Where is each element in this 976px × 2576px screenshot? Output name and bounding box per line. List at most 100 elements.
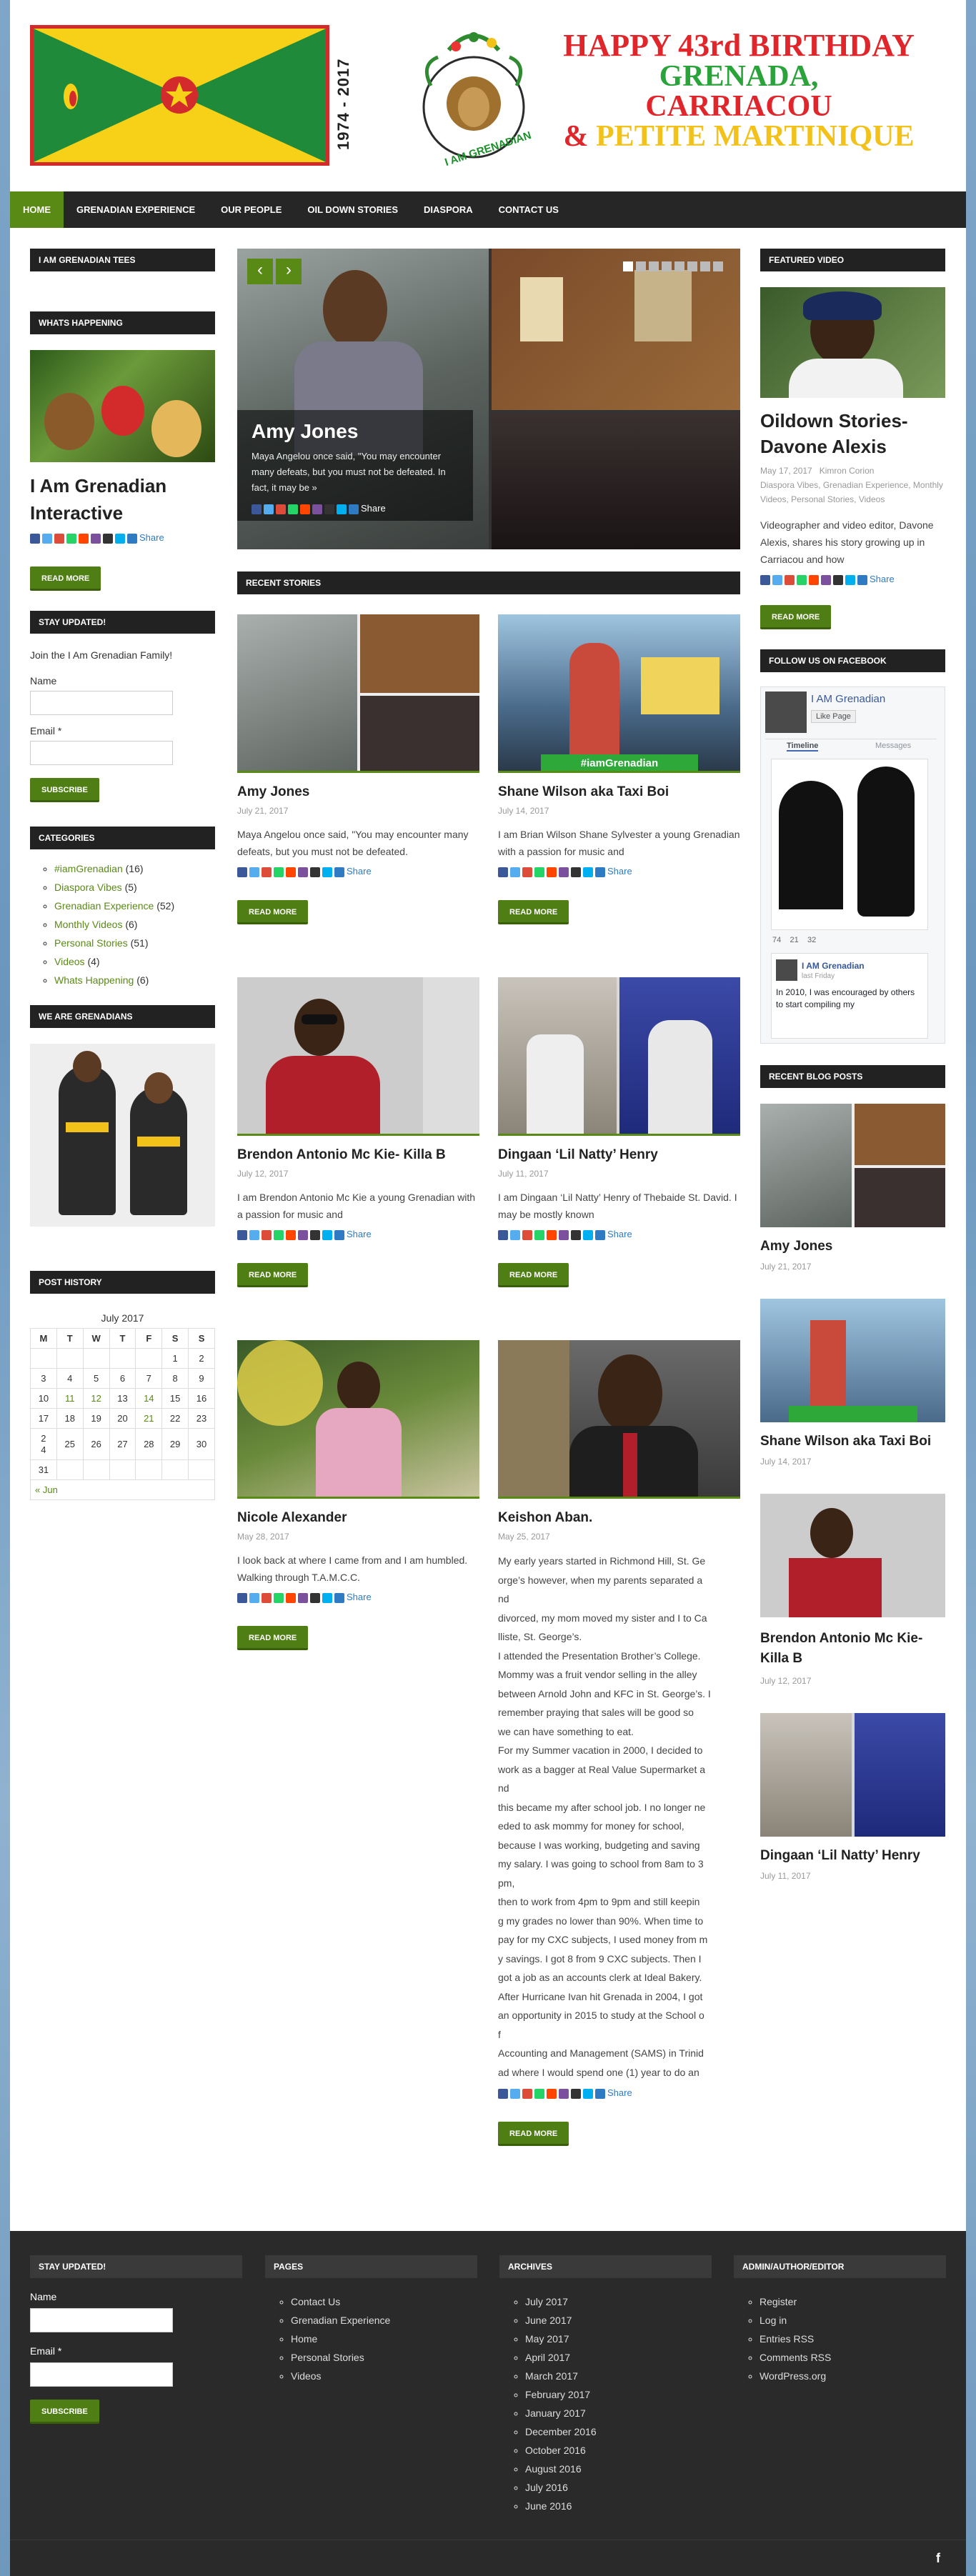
- subscribe-button[interactable]: SUBSCRIBE: [30, 778, 99, 802]
- read-more-button[interactable]: READ MORE: [237, 900, 309, 924]
- blog-post-image[interactable]: [760, 1494, 945, 1617]
- footer-page-link[interactable]: Home: [291, 2330, 477, 2348]
- slider-dot[interactable]: [649, 261, 659, 271]
- nav-contact-us[interactable]: CONTACT US: [486, 191, 572, 228]
- archive-link[interactable]: July 2017: [525, 2292, 712, 2311]
- read-more-button[interactable]: READ MORE: [498, 2122, 569, 2146]
- fb-like-button[interactable]: Like Page: [811, 710, 856, 723]
- slider-dot[interactable]: [713, 261, 723, 271]
- blog-post-date[interactable]: July 14, 2017: [760, 1457, 945, 1467]
- slider-dot[interactable]: [623, 261, 633, 271]
- archive-link[interactable]: June 2017: [525, 2311, 712, 2330]
- archive-link[interactable]: October 2016: [525, 2441, 712, 2460]
- fb-tab-timeline[interactable]: Timeline: [787, 742, 819, 752]
- admin-link[interactable]: Entries RSS: [760, 2330, 946, 2348]
- read-more-button[interactable]: READ MORE: [237, 1626, 309, 1650]
- blog-post-date[interactable]: July 12, 2017: [760, 1676, 945, 1686]
- archive-link[interactable]: February 2017: [525, 2385, 712, 2404]
- featured-categories[interactable]: Diaspora Vibes, Grenadian Experience, Mo…: [760, 478, 945, 506]
- nav-home[interactable]: HOME: [10, 191, 64, 228]
- share-link[interactable]: Share: [361, 503, 386, 514]
- slider-dot[interactable]: [700, 261, 710, 271]
- slider-prev-button[interactable]: ‹: [247, 259, 273, 284]
- story-title[interactable]: Nicole Alexander: [237, 1510, 479, 1526]
- fb-post-author[interactable]: I AM Grenadian: [802, 961, 865, 971]
- featured-author[interactable]: Kimron Corion: [820, 466, 875, 476]
- share-link[interactable]: Share: [870, 574, 895, 584]
- facebook-embed[interactable]: I AM Grenadian Like Page Timeline Messag…: [760, 687, 945, 1044]
- calendar-cell-link[interactable]: 11: [56, 1388, 84, 1409]
- read-more-button[interactable]: READ MORE: [237, 1263, 309, 1287]
- archive-link[interactable]: May 2017: [525, 2330, 712, 2348]
- read-more-button[interactable]: READ MORE: [30, 566, 101, 591]
- archive-link[interactable]: January 2017: [525, 2404, 712, 2422]
- blog-post-title[interactable]: Brendon Antonio Mc Kie- Killa B: [760, 1629, 945, 1669]
- calendar-prev-link[interactable]: « Jun: [30, 1479, 215, 1500]
- story-image[interactable]: [498, 1340, 740, 1499]
- category-link[interactable]: Personal Stories: [54, 937, 128, 949]
- read-more-button[interactable]: READ MORE: [498, 1263, 569, 1287]
- nav-oil-down-stories[interactable]: OIL DOWN STORIES: [294, 191, 411, 228]
- story-title[interactable]: Dingaan ‘Lil Natty’ Henry: [498, 1147, 740, 1163]
- admin-link[interactable]: WordPress.org: [760, 2367, 946, 2385]
- story-image[interactable]: #iamGrenadian: [498, 614, 740, 773]
- share-link[interactable]: Share: [347, 866, 372, 877]
- admin-link[interactable]: Comments RSS: [760, 2348, 946, 2367]
- read-more-button[interactable]: READ MORE: [498, 900, 569, 924]
- blog-post-title[interactable]: Shane Wilson aka Taxi Boi: [760, 1434, 945, 1449]
- footer-page-link[interactable]: Personal Stories: [291, 2348, 477, 2367]
- story-title[interactable]: Keishon Aban.: [498, 1510, 740, 1526]
- happening-image[interactable]: [30, 350, 215, 462]
- calendar-cell-link[interactable]: 21: [135, 1408, 163, 1429]
- story-title[interactable]: Amy Jones: [237, 784, 479, 800]
- share-link[interactable]: Share: [347, 1229, 372, 1239]
- share-link[interactable]: Share: [607, 1229, 632, 1239]
- category-link[interactable]: Monthly Videos: [54, 919, 122, 930]
- archive-link[interactable]: July 2016: [525, 2478, 712, 2497]
- story-image[interactable]: [498, 977, 740, 1136]
- calendar-cell-link[interactable]: 12: [82, 1388, 110, 1409]
- category-link[interactable]: Grenadian Experience: [54, 900, 154, 912]
- story-image[interactable]: [237, 977, 479, 1136]
- blog-post-title[interactable]: Amy Jones: [760, 1239, 945, 1254]
- share-link[interactable]: Share: [347, 1592, 372, 1602]
- blog-post-image[interactable]: [760, 1713, 945, 1837]
- archive-link[interactable]: August 2016: [525, 2460, 712, 2478]
- story-date[interactable]: May 28, 2017: [237, 1532, 479, 1542]
- footer-email-field[interactable]: [30, 2362, 173, 2387]
- read-more-button[interactable]: READ MORE: [760, 605, 832, 629]
- category-link[interactable]: Videos: [54, 956, 85, 967]
- story-image[interactable]: [237, 614, 479, 773]
- nav-our-people[interactable]: OUR PEOPLE: [208, 191, 294, 228]
- featured-date[interactable]: May 17, 2017: [760, 466, 812, 476]
- archive-link[interactable]: December 2016: [525, 2422, 712, 2441]
- blog-post-date[interactable]: July 21, 2017: [760, 1262, 945, 1272]
- facebook-icon[interactable]: f: [936, 2551, 940, 2566]
- slider-dot[interactable]: [674, 261, 684, 271]
- featured-slider[interactable]: ‹ › Amy Jones Maya Angelou once said, "Y…: [237, 249, 740, 549]
- story-title[interactable]: Brendon Antonio Mc Kie- Killa B: [237, 1147, 479, 1163]
- email-field[interactable]: [30, 741, 173, 765]
- category-link[interactable]: #iamGrenadian: [54, 863, 123, 874]
- featured-video-title[interactable]: Oildown Stories- Davone Alexis: [760, 408, 945, 459]
- admin-link[interactable]: Log in: [760, 2311, 946, 2330]
- archive-link[interactable]: April 2017: [525, 2348, 712, 2367]
- footer-subscribe-button[interactable]: SUBSCRIBE: [30, 2400, 99, 2424]
- story-image[interactable]: [237, 1340, 479, 1499]
- footer-name-field[interactable]: [30, 2308, 173, 2332]
- nav-diaspora[interactable]: DIASPORA: [411, 191, 486, 228]
- blog-post-date[interactable]: July 11, 2017: [760, 1871, 945, 1881]
- slider-next-button[interactable]: ›: [276, 259, 302, 284]
- share-link[interactable]: Share: [607, 2087, 632, 2098]
- fb-page-name[interactable]: I AM Grenadian: [811, 693, 885, 705]
- fb-tab-messages[interactable]: Messages: [875, 742, 911, 750]
- archive-link[interactable]: March 2017: [525, 2367, 712, 2385]
- story-date[interactable]: July 14, 2017: [498, 806, 740, 816]
- share-link[interactable]: Share: [139, 532, 164, 543]
- featured-video-image[interactable]: [760, 287, 945, 398]
- slider-dot[interactable]: [662, 261, 672, 271]
- blog-post-title[interactable]: Dingaan ‘Lil Natty’ Henry: [760, 1848, 945, 1864]
- footer-page-link[interactable]: Videos: [291, 2367, 477, 2385]
- name-field[interactable]: [30, 691, 173, 715]
- category-link[interactable]: Whats Happening: [54, 974, 134, 986]
